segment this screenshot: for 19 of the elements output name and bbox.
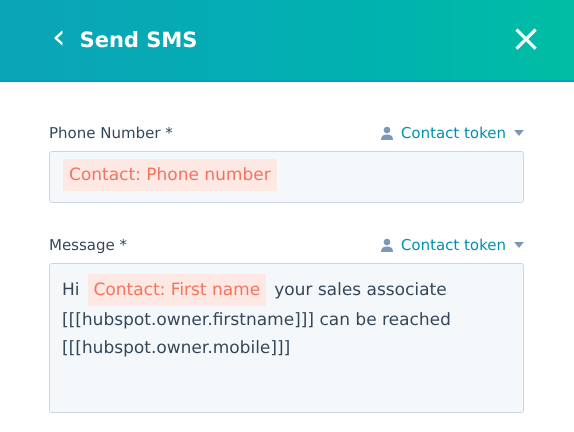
back-button[interactable]: ‹	[48, 20, 74, 60]
person-icon	[380, 126, 393, 140]
contact-token-dropdown[interactable]: Contact token	[380, 124, 524, 142]
field-label: Message *	[49, 236, 128, 254]
phone-field[interactable]: Contact: Phone number	[49, 151, 524, 203]
message-field[interactable]: Hi Contact: First name your sales associate [[[hubspot.owner.firstname]]] can be reached [[[hubspot.owner.mobile]]]	[49, 263, 524, 413]
close-button[interactable]: ×	[506, 19, 546, 61]
token-chip: Contact: First name	[88, 274, 266, 306]
field-label: Phone Number *	[49, 124, 173, 142]
panel-title: Send SMS	[80, 28, 198, 52]
token-chip: Contact: Phone number	[63, 159, 277, 191]
message-text: your sales associate	[274, 279, 447, 302]
message-text: Hi	[62, 279, 80, 302]
caret-icon	[514, 130, 524, 136]
person-icon	[380, 238, 393, 252]
caret-icon	[514, 242, 524, 248]
message-text: [[[hubspot.owner.firstname]]] can be reached	[62, 309, 451, 332]
contact-token-dropdown[interactable]: Contact token	[380, 236, 524, 254]
message-text: [[[hubspot.owner.mobile]]]	[62, 337, 290, 360]
